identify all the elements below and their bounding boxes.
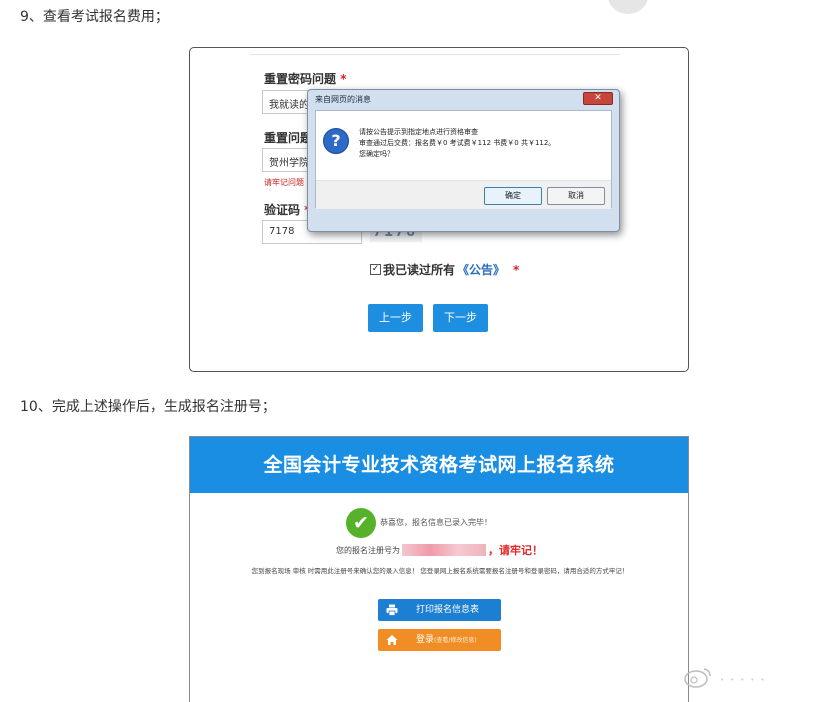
step-10-heading: 10、完成上述操作后，生成报名注册号； xyxy=(20,399,276,415)
login-button[interactable]: 登录(查看/修改信息) xyxy=(378,629,501,651)
registration-number-row: 您的报名注册号为 ，请牢记！ xyxy=(336,542,543,558)
dialog-message-fees: 审查通过后交费：报名费￥0 考试费￥112 书费￥0 共￥112。 xyxy=(359,139,556,147)
dialog-footer: 确定 取消 xyxy=(316,180,611,209)
regno-prefix: 您的报名注册号为 xyxy=(336,545,400,555)
agree-row: ✓ 我已读过所有 《公告》 * xyxy=(370,261,519,278)
next-step-button[interactable]: 下一步 xyxy=(433,304,488,332)
required-mark: * xyxy=(513,262,520,277)
printer-icon xyxy=(386,599,398,621)
confirm-dialog: 来自网页的消息 ✕ ? 请按公告提示到指定地点进行资格审查 审查通过后交费：报名… xyxy=(307,89,620,232)
redacted-registration-number xyxy=(402,544,486,556)
success-check-icon: ✔ xyxy=(346,508,376,538)
prev-step-button[interactable]: 上一步 xyxy=(368,304,423,332)
agree-checkbox[interactable]: ✓ xyxy=(370,264,381,275)
print-info-button[interactable]: 打印报名信息表 xyxy=(378,599,501,621)
top-decoration xyxy=(608,0,648,14)
home-icon xyxy=(386,629,398,651)
reset-answer-label: 重置问题 xyxy=(264,131,313,145)
system-banner-title: 全国会计专业技术资格考试网上报名系统 xyxy=(190,437,688,493)
remember-notice: ，请牢记！ xyxy=(488,544,543,557)
dialog-body: ? 请按公告提示到指定地点进行资格审查 审查通过后交费：报名费￥0 考试费￥11… xyxy=(315,110,612,209)
agree-text: 我已读过所有 xyxy=(383,263,456,277)
dialog-ok-button[interactable]: 确定 xyxy=(484,187,542,205)
notice-link[interactable]: 《公告》 xyxy=(457,261,505,278)
login-button-label: 登录(查看/修改信息) xyxy=(416,635,477,645)
step-9-heading: 9、查看考试报名费用； xyxy=(20,9,169,25)
divider xyxy=(250,54,620,55)
weibo-watermark-icon xyxy=(684,668,711,688)
question-icon: ? xyxy=(323,128,349,154)
screenshot-registration-complete: 全国会计专业技术资格考试网上报名系统 ✔ 恭喜您，报名信息已录入完毕！ 您的报名… xyxy=(189,436,689,702)
warning-text: 请牢记问题 xyxy=(264,178,304,187)
dialog-message-confirm: 您确定吗？ xyxy=(359,150,394,158)
reset-question-label: 重置密码问题 * xyxy=(264,72,347,86)
dialog-title: 来自网页的消息 xyxy=(315,95,371,104)
close-icon[interactable]: ✕ xyxy=(583,92,613,105)
captcha-label: 验证码 * xyxy=(264,203,310,217)
success-message: 恭喜您，报名信息已录入完毕！ xyxy=(380,518,492,527)
dialog-message-line-1: 请按公告提示到指定地点进行资格审查 xyxy=(359,128,478,136)
print-button-label: 打印报名信息表 xyxy=(416,605,480,615)
dialog-cancel-button[interactable]: 取消 xyxy=(547,187,605,205)
screenshot-fee-confirmation: 重置密码问题 * 我就读的 重置问题 贺州学院 请牢记问题 验证码 * 7178… xyxy=(189,47,689,372)
watermark-dots: ••••• xyxy=(720,676,771,684)
hint-text: 您到报名现场 审核 时需用此注册号来确认您的录入信息！ 您登录网上报名系统需要报… xyxy=(251,567,629,575)
